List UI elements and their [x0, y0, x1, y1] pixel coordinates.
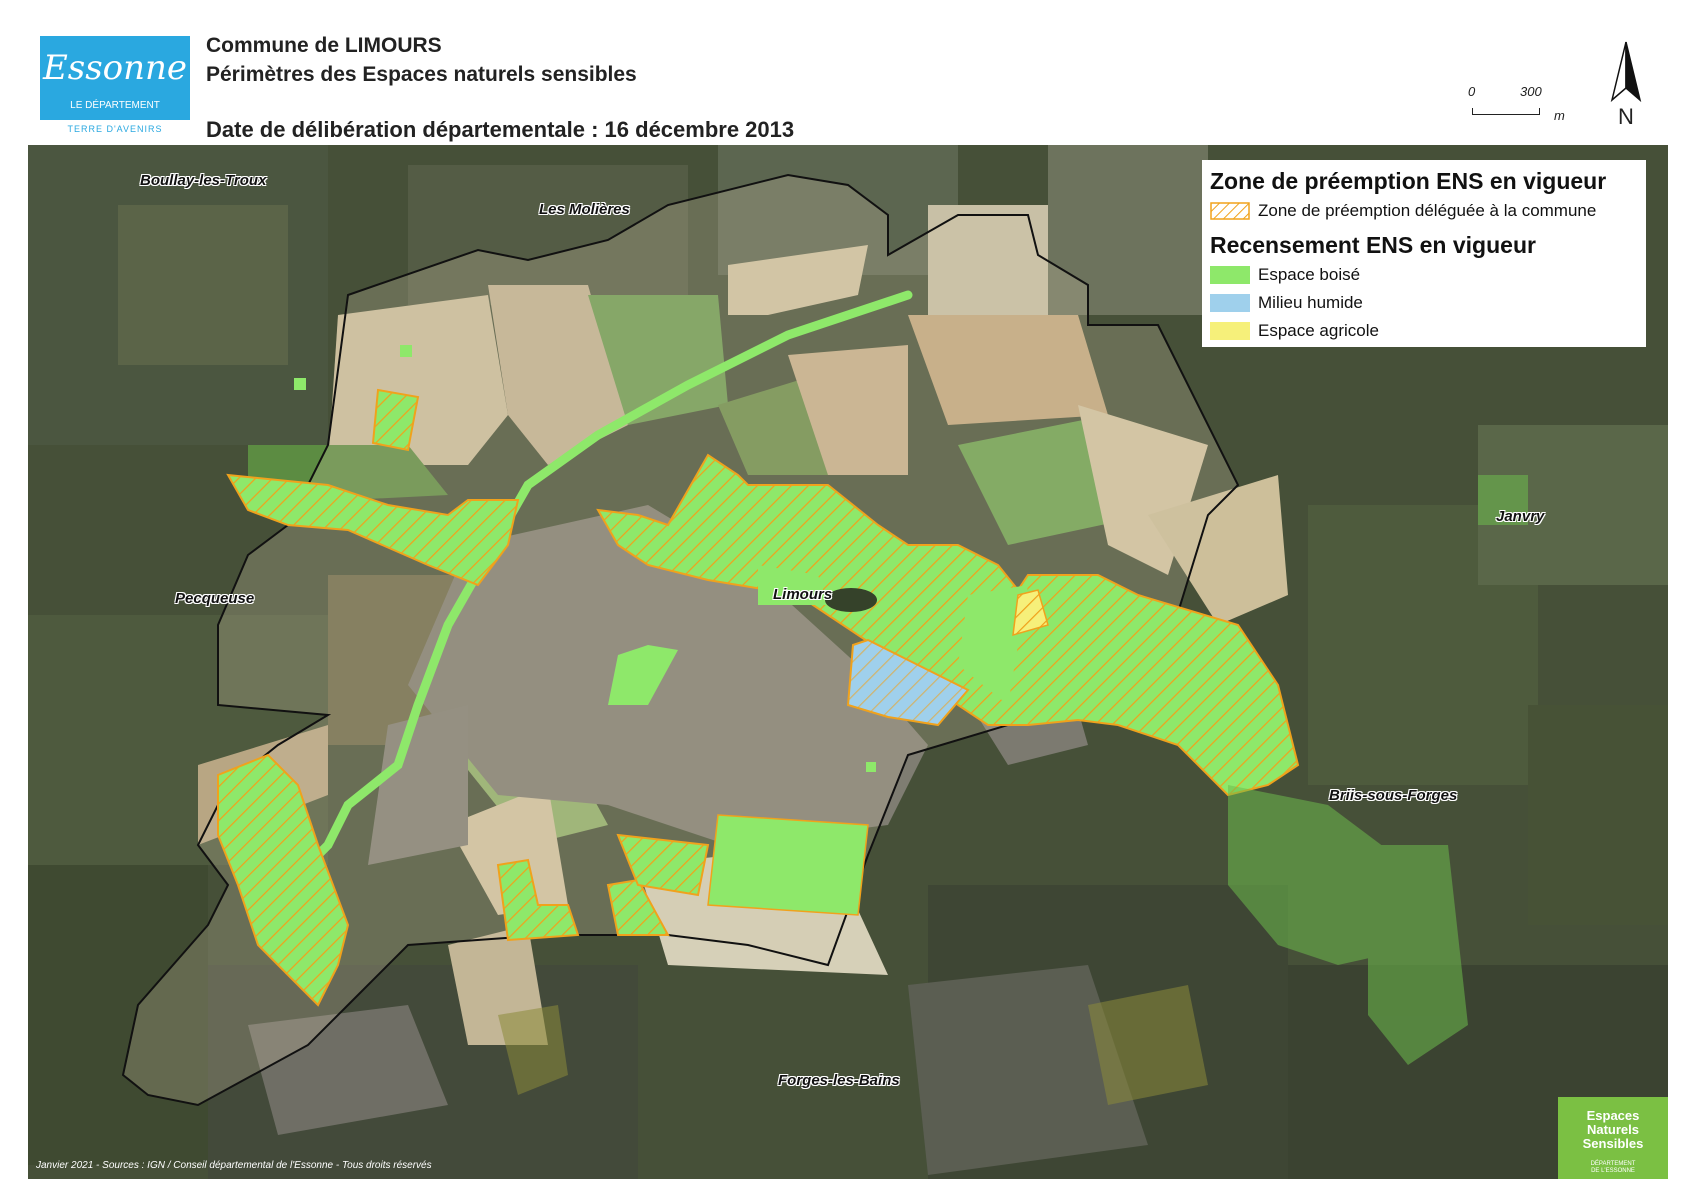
logo-tagline: TERRE D'AVENIRS — [67, 124, 163, 134]
legend-swatch-agricultural — [1210, 322, 1250, 340]
map-title-subject: Périmètres des Espaces naturels sensible… — [206, 63, 637, 86]
ens-logo: Espaces Naturels Sensibles DÉPARTEMENT D… — [1558, 1097, 1668, 1179]
legend-label-woodland: Espace boisé — [1258, 265, 1361, 284]
legend-label-wetland: Milieu humide — [1258, 293, 1363, 312]
north-arrow: N — [1606, 40, 1646, 130]
legend-section1-title: Zone de préemption ENS en vigueur — [1210, 168, 1607, 194]
scale-bar-line — [1472, 108, 1540, 115]
scale-start: 0 — [1468, 84, 1476, 99]
place-pecqueuse: Pecqueuse — [175, 590, 255, 607]
north-label: N — [1618, 104, 1634, 129]
ens-logo-title: Espaces Naturels Sensibles — [1558, 1109, 1668, 1151]
place-limours: Limours — [773, 586, 833, 603]
place-briis-sous-forges: Briis-sous-Forges — [1329, 787, 1458, 804]
ens-logo-sub2: DE L'ESSONNE — [1591, 1168, 1635, 1174]
legend-swatch-wetland — [1210, 294, 1250, 312]
map-title-commune: Commune de LIMOURS — [206, 34, 442, 57]
legend-label-agricultural: Espace agricole — [1258, 321, 1379, 340]
ens-logo-sub1: DÉPARTEMENT — [1590, 1161, 1636, 1167]
place-janvry: Janvry — [1496, 508, 1545, 525]
logo-script-text: Essonne — [42, 48, 188, 88]
dark-wood-patch — [825, 588, 877, 612]
place-boullay-les-troux: Boullay-les-Troux — [140, 172, 267, 189]
legend-label-preemption: Zone de préemption déléguée à la commune — [1258, 201, 1597, 220]
legend-section2-title: Recensement ENS en vigueur — [1210, 232, 1536, 258]
map-legend: Zone de préemption ENS en vigueur Zone d… — [1202, 160, 1646, 347]
essonne-logo: Essonne LE DÉPARTEMENT — [40, 36, 190, 120]
map-deliberation-date: Date de délibération départementale : 16… — [206, 117, 795, 142]
ens-logo-line1: Espaces — [1586, 1108, 1640, 1123]
place-les-molieres: Les Molières — [539, 201, 630, 218]
scale-bar: 0 300 m — [1468, 84, 1578, 129]
legend-swatch-hatch — [1210, 202, 1250, 220]
legend-swatch-woodland — [1210, 266, 1250, 284]
map-header: Essonne LE DÉPARTEMENT TERRE D'AVENIRS C… — [0, 0, 1696, 145]
ens-logo-line2: Naturels — [1586, 1122, 1640, 1137]
logo-sub-text: LE DÉPARTEMENT — [70, 100, 160, 111]
north-arrow-icon — [1610, 41, 1642, 103]
ens-logo-subtitle: DÉPARTEMENT DE L'ESSONNE — [1558, 1161, 1668, 1175]
place-forges-les-bains: Forges-les-Bains — [778, 1072, 900, 1089]
scale-end: 300 — [1520, 84, 1542, 99]
map-credits: Janvier 2021 - Sources : IGN / Conseil d… — [36, 1160, 432, 1171]
scale-unit: m — [1554, 108, 1565, 123]
ens-logo-line3: Sensibles — [1582, 1136, 1644, 1151]
